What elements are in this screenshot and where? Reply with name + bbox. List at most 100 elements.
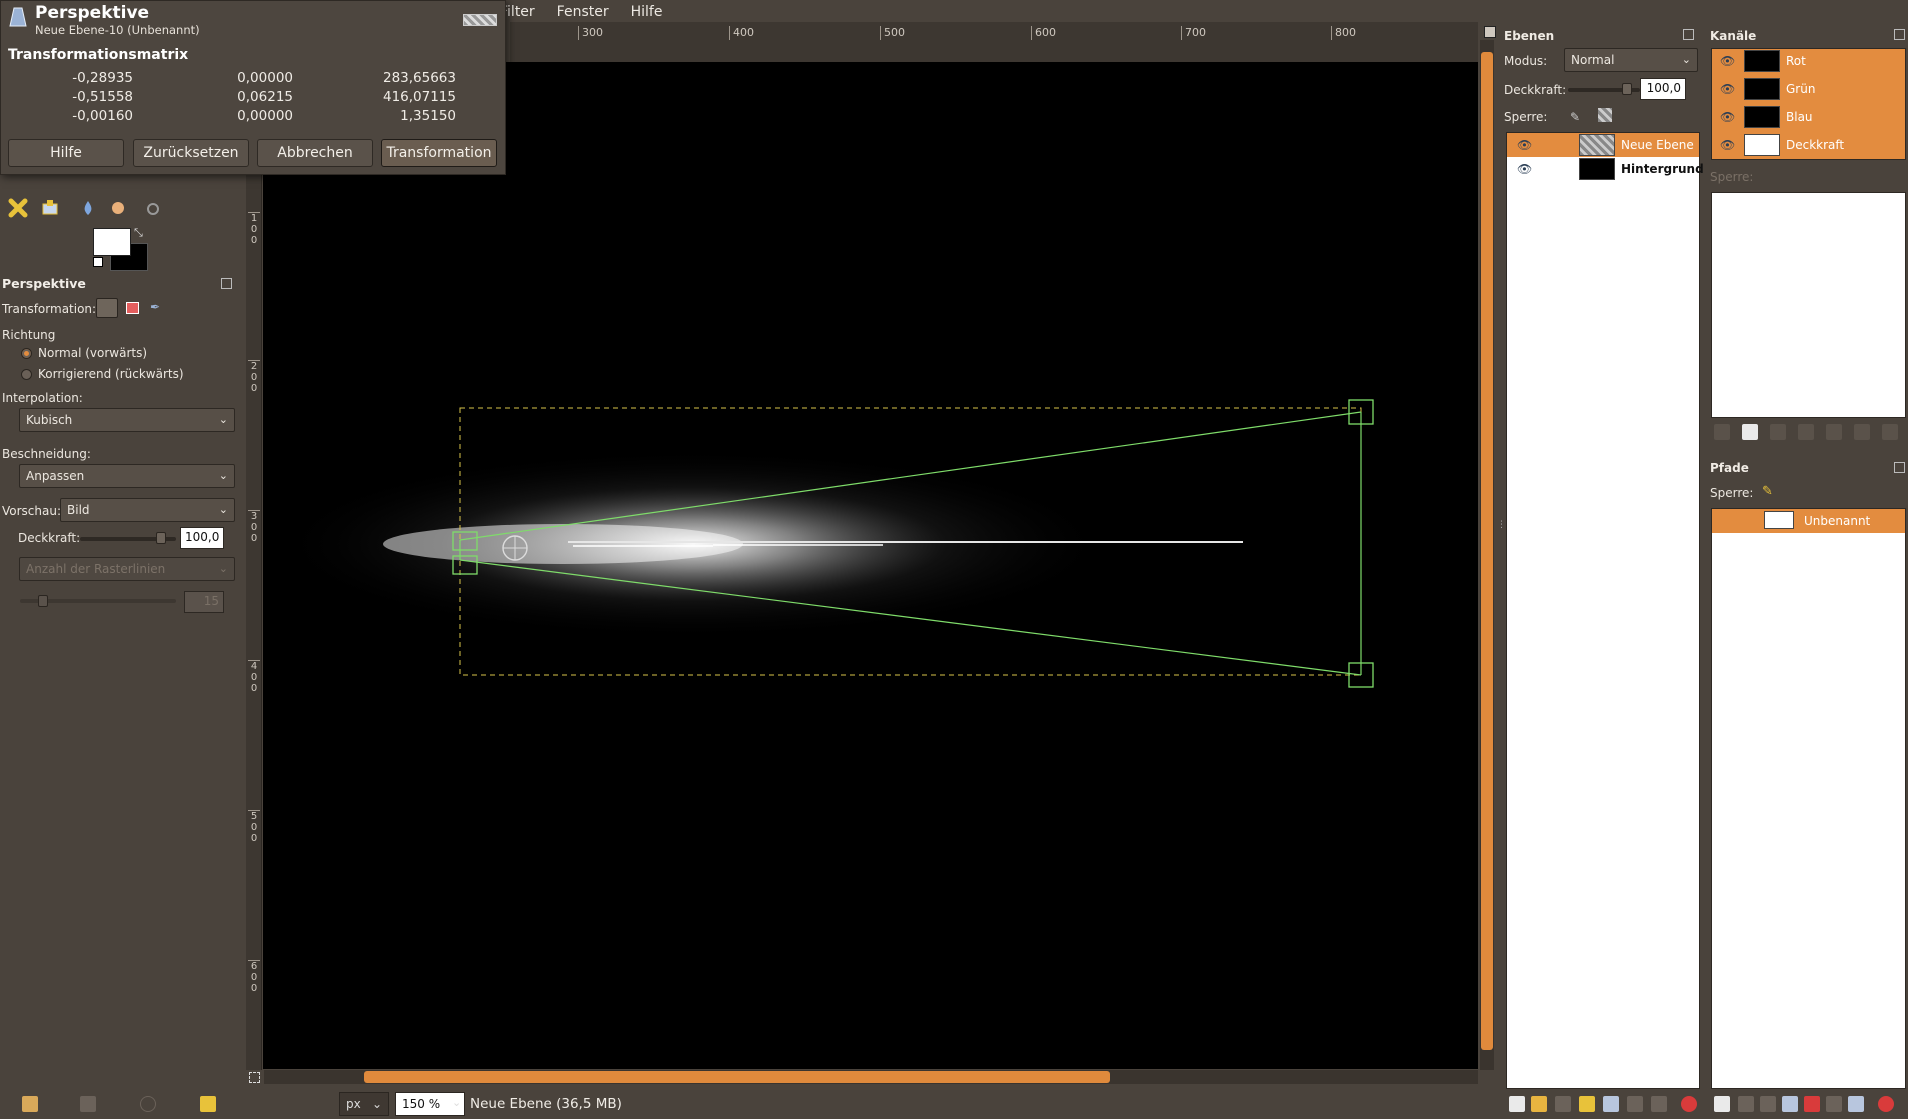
horizontal-scrollbar[interactable] <box>264 1070 1478 1084</box>
opacity-input[interactable]: 100,0 <box>180 527 224 549</box>
stroke-path-icon[interactable] <box>1848 1096 1864 1112</box>
channels-empty-area <box>1711 192 1906 418</box>
menu-fenster[interactable]: Fenster <box>557 4 609 20</box>
cancel-button[interactable]: Abbrechen <box>257 139 373 167</box>
unit-value: px <box>346 1097 361 1111</box>
layers-panel-menu-icon[interactable] <box>1683 29 1694 40</box>
swap-colors-icon[interactable]: ⤡ <box>134 226 143 240</box>
unit-select[interactable]: px ⌄ <box>339 1092 389 1116</box>
opacity-slider-knob[interactable] <box>156 532 166 544</box>
layer-thumbnail <box>1579 134 1615 156</box>
raise-path-icon[interactable] <box>1738 1096 1754 1112</box>
chevron-down-icon: ⌄ <box>218 413 228 426</box>
dock-splitter[interactable]: ⋮ <box>1497 520 1506 540</box>
reset-options-icon[interactable] <box>200 1096 216 1112</box>
channel-row[interactable]: 👁 Rot <box>1712 49 1905 73</box>
eye-icon[interactable]: 👁 <box>1517 162 1532 176</box>
navigate-icon[interactable] <box>1484 26 1496 38</box>
transform-selection-icon[interactable] <box>126 302 139 314</box>
layer-opacity-slider-knob[interactable] <box>1622 83 1632 95</box>
image-canvas[interactable] <box>263 62 1478 1069</box>
direction-normal-radio[interactable] <box>21 348 32 359</box>
raise-layer-icon[interactable] <box>1555 1096 1571 1112</box>
channel-to-selection-icon[interactable] <box>1714 424 1730 440</box>
eye-icon[interactable]: 👁 <box>1517 138 1532 152</box>
channel-row[interactable]: 👁 Deckkraft <box>1712 133 1905 157</box>
eye-icon[interactable]: 👁 <box>1720 138 1735 152</box>
new-layer-icon[interactable] <box>1509 1096 1525 1112</box>
path-to-selection-icon[interactable] <box>1804 1096 1820 1112</box>
eye-icon[interactable]: 👁 <box>1720 110 1735 124</box>
lower-layer-icon[interactable] <box>1579 1096 1595 1112</box>
transform-path-icon[interactable]: ✒ <box>150 300 160 314</box>
layer-opacity-label: Deckkraft: <box>1504 83 1567 97</box>
channel-mask-icon[interactable] <box>1854 424 1870 440</box>
vertical-scroll-thumb[interactable] <box>1481 52 1493 1050</box>
toolbox <box>6 196 236 222</box>
layer-mode-label: Modus: <box>1504 54 1548 68</box>
lock-alpha-icon[interactable] <box>1598 108 1612 122</box>
transform-button[interactable]: Transformation <box>381 139 497 167</box>
layer-row[interactable]: 👁 Neue Ebene <box>1507 133 1699 157</box>
save-options-icon[interactable] <box>22 1096 38 1112</box>
default-colors-icon[interactable] <box>93 257 103 267</box>
channel-row[interactable]: 👁 Grün <box>1712 77 1905 101</box>
heal-tool-icon[interactable] <box>8 198 28 218</box>
layer-mask-icon[interactable] <box>1651 1096 1667 1112</box>
blur-tool-icon[interactable] <box>78 198 98 218</box>
delete-path-icon[interactable] <box>1878 1096 1894 1112</box>
lower-channel-icon[interactable] <box>1798 424 1814 440</box>
new-channel-icon[interactable] <box>1742 424 1758 440</box>
anchor-layer-icon[interactable] <box>1627 1096 1643 1112</box>
paths-panel-menu-icon[interactable] <box>1894 462 1905 473</box>
lock-path-icon[interactable]: ✎ <box>1762 484 1773 499</box>
path-row[interactable]: Unbenannt <box>1712 509 1905 533</box>
quick-mask-icon[interactable] <box>249 1072 260 1083</box>
channel-lock-label: Sperre: <box>1710 170 1754 184</box>
preview-value: Bild <box>67 503 90 517</box>
foreground-color-swatch[interactable] <box>93 228 131 256</box>
clipping-select[interactable]: Anpassen ⌄ <box>19 464 235 488</box>
layer-mode-select[interactable]: Normal ⌄ <box>1564 48 1698 72</box>
layer-preview-icon <box>463 14 497 26</box>
direction-corrective-label[interactable]: Korrigierend (rückwärts) <box>38 367 184 381</box>
transform-layer-icon[interactable] <box>96 298 118 318</box>
selection-to-path-icon[interactable] <box>1826 1096 1842 1112</box>
delete-options-icon[interactable] <box>140 1096 156 1112</box>
smudge-tool-icon[interactable] <box>108 198 128 218</box>
new-layer-group-icon[interactable] <box>1531 1096 1547 1112</box>
menu-hilfe[interactable]: Hilfe <box>631 4 663 20</box>
duplicate-path-icon[interactable] <box>1782 1096 1798 1112</box>
eye-icon[interactable]: 👁 <box>1720 82 1735 96</box>
restore-options-icon[interactable] <box>80 1096 96 1112</box>
layer-row[interactable]: 👁 Hintergrund <box>1507 157 1704 181</box>
ruler-tick: 5 0 0 <box>248 810 260 844</box>
tool-options-config-icon[interactable] <box>221 278 232 289</box>
channel-name: Rot <box>1786 54 1806 68</box>
reset-button[interactable]: Zurücksetzen <box>133 139 249 167</box>
direction-corrective-radio[interactable] <box>21 369 32 380</box>
interpolation-select[interactable]: Kubisch ⌄ <box>19 408 235 432</box>
clone-tool-icon[interactable] <box>40 198 60 218</box>
lock-pixels-icon[interactable]: ✎ <box>1570 110 1580 124</box>
new-path-icon[interactable] <box>1714 1096 1730 1112</box>
duplicate-channel-icon[interactable] <box>1826 424 1842 440</box>
channel-row[interactable]: 👁 Blau <box>1712 105 1905 129</box>
delete-channel-icon[interactable] <box>1882 424 1898 440</box>
raise-channel-icon[interactable] <box>1770 424 1786 440</box>
channel-name: Deckkraft <box>1786 138 1845 152</box>
channels-panel-menu-icon[interactable] <box>1894 29 1905 40</box>
gridlines-select: Anzahl der Rasterlinien ⌄ <box>19 557 235 581</box>
help-button[interactable]: Hilfe <box>8 139 124 167</box>
dodge-tool-icon[interactable] <box>144 198 164 218</box>
delete-layer-icon[interactable] <box>1681 1096 1697 1112</box>
horizontal-scroll-thumb[interactable] <box>364 1071 1110 1083</box>
preview-select[interactable]: Bild ⌄ <box>60 498 235 522</box>
layer-opacity-input[interactable]: 100,0 <box>1640 78 1686 100</box>
lower-path-icon[interactable] <box>1760 1096 1776 1112</box>
duplicate-layer-icon[interactable] <box>1603 1096 1619 1112</box>
vertical-scrollbar[interactable] <box>1480 40 1494 1070</box>
direction-normal-label[interactable]: Normal (vorwärts) <box>38 346 147 360</box>
eye-icon[interactable]: 👁 <box>1720 54 1735 68</box>
zoom-chevron-down-icon[interactable]: ⌄ <box>452 1096 461 1109</box>
